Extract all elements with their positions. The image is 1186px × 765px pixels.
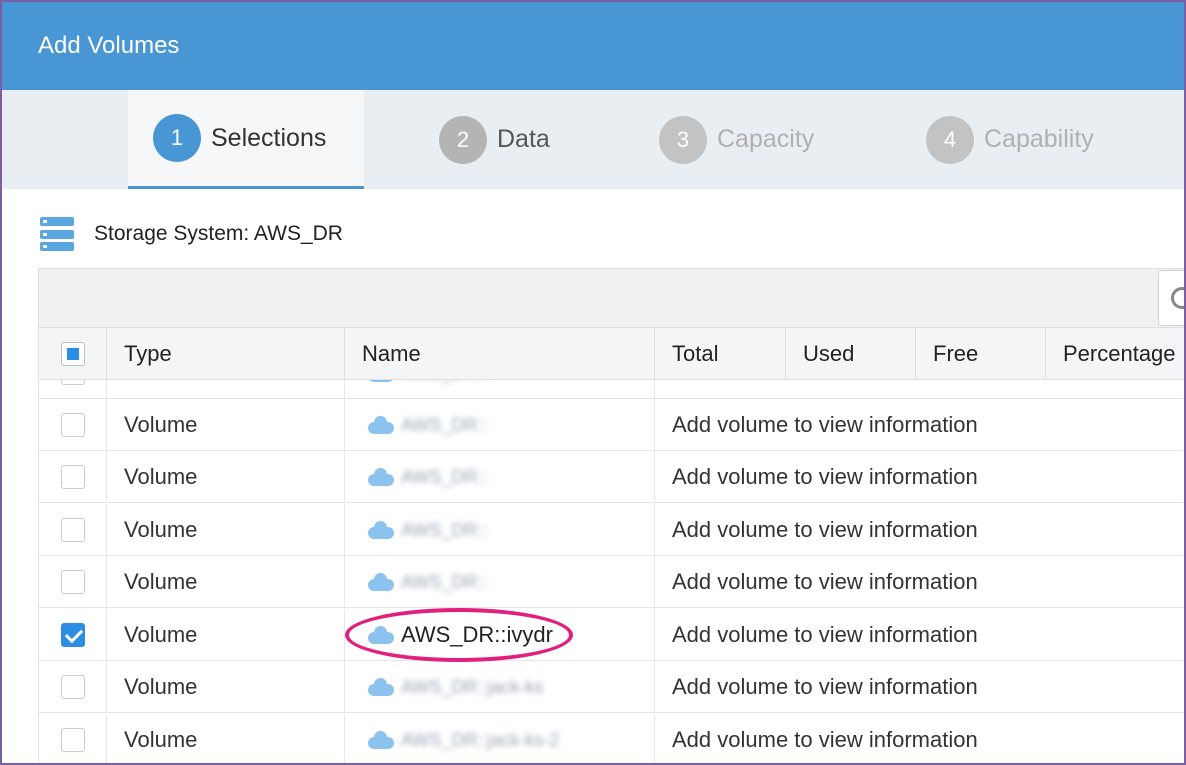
- cloud-icon: [365, 521, 395, 539]
- storage-system-label: Storage System: AWS_DR: [94, 222, 343, 245]
- step-selections[interactable]: 1 Selections: [128, 90, 364, 189]
- column-header-used[interactable]: Used: [786, 328, 916, 380]
- step-number: 3: [659, 115, 707, 164]
- table-row[interactable]: Volume AWS_DR::jack-ks Add volume to vie…: [39, 661, 1184, 713]
- step-label: Data: [497, 125, 550, 153]
- row-name-cell: AWS_DR::: [345, 451, 655, 503]
- add-volumes-dialog: Add Volumes 1 Selections 2 Data 3 Capaci…: [0, 0, 1186, 765]
- row-checkbox[interactable]: [60, 728, 85, 752]
- volumes-table: Type Name Total Used Free Percentage Vol…: [38, 328, 1184, 763]
- row-checkbox-checked[interactable]: [60, 623, 85, 647]
- table-toolbar: [38, 268, 1184, 328]
- table-header: Type Name Total Used Free Percentage: [39, 328, 1184, 380]
- step-number: 1: [153, 114, 201, 162]
- row-check-cell: [39, 556, 107, 608]
- row-check-cell: [39, 661, 107, 713]
- row-type: Volume: [107, 661, 345, 713]
- row-name: AWS_DR::jack-ks-2: [401, 729, 560, 750]
- dialog-title: Add Volumes: [38, 32, 180, 59]
- row-name: AWS_DR::: [401, 571, 488, 592]
- row-info: Add volume to view information: [672, 622, 978, 647]
- row-checkbox[interactable]: [60, 518, 85, 542]
- row-info: Add volume to view information: [672, 727, 978, 752]
- row-info: Add volume to view information: [672, 569, 978, 594]
- step-label: Capability: [984, 125, 1094, 153]
- column-header-free[interactable]: Free: [916, 328, 1046, 380]
- row-checkbox[interactable]: [60, 570, 85, 594]
- row-check-cell: [39, 451, 107, 503]
- cloud-icon: [365, 678, 395, 696]
- cloud-icon: [365, 468, 395, 486]
- search-icon: [1171, 287, 1184, 309]
- row-info: Add volume to view information: [672, 674, 978, 699]
- table-row[interactable]: Volume AWS_DR:: Add volume to view infor…: [39, 399, 1184, 451]
- row-type: Volume: [107, 609, 345, 661]
- row-type: Volume: [107, 399, 345, 451]
- cloud-icon: [365, 573, 395, 591]
- select-all-cell: [39, 328, 107, 380]
- dialog-titlebar: Add Volumes: [2, 2, 1184, 90]
- table-row[interactable]: Volume AWS_DR:: Add volume to view infor…: [39, 504, 1184, 556]
- column-header-name[interactable]: Name: [345, 328, 655, 380]
- row-info: Add volume to view information: [672, 464, 978, 489]
- row-check-cell: [39, 504, 107, 556]
- table-row[interactable]: Volume AWS_DR:: Add volume to view infor…: [39, 556, 1184, 608]
- cloud-icon: [365, 416, 395, 434]
- step-capability: 4 Capability: [926, 90, 1166, 189]
- step-capacity: 3 Capacity: [659, 90, 879, 189]
- row-checkbox[interactable]: [60, 465, 85, 489]
- row-name: AWS_DR::jack-ks: [401, 676, 544, 697]
- storage-system-heading: Storage System: AWS_DR: [40, 215, 343, 253]
- column-header-type[interactable]: Type: [107, 328, 345, 380]
- row-checkbox[interactable]: [60, 675, 85, 699]
- step-data[interactable]: 2 Data: [439, 90, 639, 189]
- step-label: Capacity: [717, 125, 815, 153]
- row-check-cell: [39, 399, 107, 451]
- row-info: Add volume to view information: [672, 517, 978, 542]
- row-checkbox[interactable]: [60, 413, 85, 437]
- highlight-annotation: [345, 608, 573, 662]
- row-info: Add volume to view information: [672, 412, 978, 437]
- row-type: Volume: [107, 714, 345, 763]
- server-icon: [40, 217, 74, 251]
- cloud-icon: [365, 731, 395, 749]
- column-header-total[interactable]: Total: [655, 328, 786, 380]
- row-type: Volume: [107, 504, 345, 556]
- row-name-cell: AWS_DR::jack-ks-2: [345, 714, 655, 763]
- search-button[interactable]: [1158, 270, 1184, 326]
- step-label: Selections: [211, 123, 327, 152]
- column-header-percentage[interactable]: Percentage: [1046, 328, 1184, 380]
- select-all-checkbox[interactable]: [60, 342, 85, 366]
- row-name: AWS_DR::: [401, 519, 488, 540]
- row-name: AWS_DR::: [401, 414, 488, 435]
- table-row-selected[interactable]: Volume AWS_DR::ivydr Add volume to view …: [39, 609, 1184, 661]
- row-name-cell: AWS_DR::: [345, 399, 655, 451]
- row-name-cell: AWS_DR::jack-ks: [345, 661, 655, 713]
- row-name-cell: AWS_DR::: [345, 504, 655, 556]
- table-row[interactable]: Volume AWS_DR:: Add volume to view infor…: [39, 451, 1184, 503]
- row-name: AWS_DR::: [401, 466, 488, 487]
- wizard-steps: 1 Selections 2 Data 3 Capacity 4 Capabil…: [2, 90, 1184, 189]
- row-name-cell: AWS_DR::: [345, 556, 655, 608]
- row-check-cell: [39, 609, 107, 661]
- row-type: Volume: [107, 451, 345, 503]
- table-row[interactable]: Volume AWS_DR::jack-ks-2 Add volume to v…: [39, 714, 1184, 763]
- step-number: 2: [439, 115, 487, 164]
- row-check-cell: [39, 714, 107, 763]
- step-number: 4: [926, 115, 974, 164]
- row-type: Volume: [107, 556, 345, 608]
